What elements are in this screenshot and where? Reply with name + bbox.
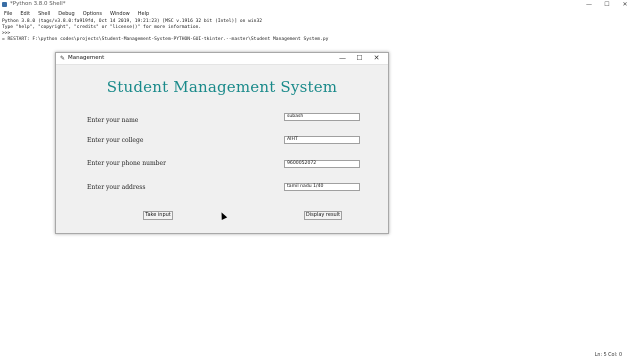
dialog-window-controls: — ☐ ✕ bbox=[334, 53, 385, 64]
college-label: Enter your college bbox=[87, 137, 144, 144]
dialog-title: Management bbox=[68, 55, 105, 61]
shell-window-title: *Python 3.8.0 Shell* bbox=[10, 1, 66, 7]
python-app-icon bbox=[2, 2, 7, 7]
shell-title-bar: *Python 3.8.0 Shell* — ☐ ✕ bbox=[0, 0, 640, 10]
phone-field[interactable]: 9600052072 bbox=[284, 160, 360, 168]
tk-feather-icon: ✎ bbox=[60, 55, 66, 62]
dialog-minimize-button[interactable]: — bbox=[334, 53, 351, 64]
shell-window-controls: — ☐ ✕ bbox=[580, 0, 634, 9]
dialog-maximize-button[interactable]: ☐ bbox=[351, 53, 368, 64]
menu-window[interactable]: Window bbox=[106, 10, 134, 18]
management-window: ✎ Management — ☐ ✕ Student Management Sy… bbox=[55, 52, 389, 234]
dialog-title-bar[interactable]: ✎ Management — ☐ ✕ bbox=[56, 53, 388, 65]
shell-close-button[interactable]: ✕ bbox=[616, 0, 634, 9]
menu-shell[interactable]: Shell bbox=[34, 10, 54, 18]
menu-debug[interactable]: Debug bbox=[54, 10, 78, 18]
menu-options[interactable]: Options bbox=[79, 10, 106, 18]
address-field[interactable]: tamil nadu 1/40 bbox=[284, 183, 360, 191]
menu-help[interactable]: Help bbox=[134, 10, 153, 18]
shell-restart-line: = RESTART: F:\python codes\projects\Stud… bbox=[2, 37, 329, 42]
shell-minimize-button[interactable]: — bbox=[580, 0, 598, 9]
college-field[interactable]: AIHT bbox=[284, 136, 360, 144]
menu-edit[interactable]: Edit bbox=[16, 10, 34, 18]
name-label: Enter your name bbox=[87, 117, 139, 124]
phone-label: Enter your phone number bbox=[87, 160, 166, 167]
dialog-close-button[interactable]: ✕ bbox=[368, 53, 385, 64]
menu-file[interactable]: File bbox=[0, 10, 16, 18]
name-field[interactable]: subash bbox=[284, 113, 360, 121]
page-title: Student Management System bbox=[106, 78, 338, 96]
take-input-button[interactable]: Take input bbox=[143, 211, 173, 220]
address-label: Enter your address bbox=[87, 184, 146, 191]
shell-output[interactable]: Python 3.8.0 (tags/v3.8.0:fa919fd, Oct 1… bbox=[2, 19, 328, 43]
shell-status-position: Ln: 5 Col: 0 bbox=[594, 353, 622, 358]
shell-maximize-button[interactable]: ☐ bbox=[598, 0, 616, 9]
shell-menu-bar: File Edit Shell Debug Options Window Hel… bbox=[0, 10, 640, 18]
display-result-button[interactable]: Display result bbox=[304, 211, 342, 220]
